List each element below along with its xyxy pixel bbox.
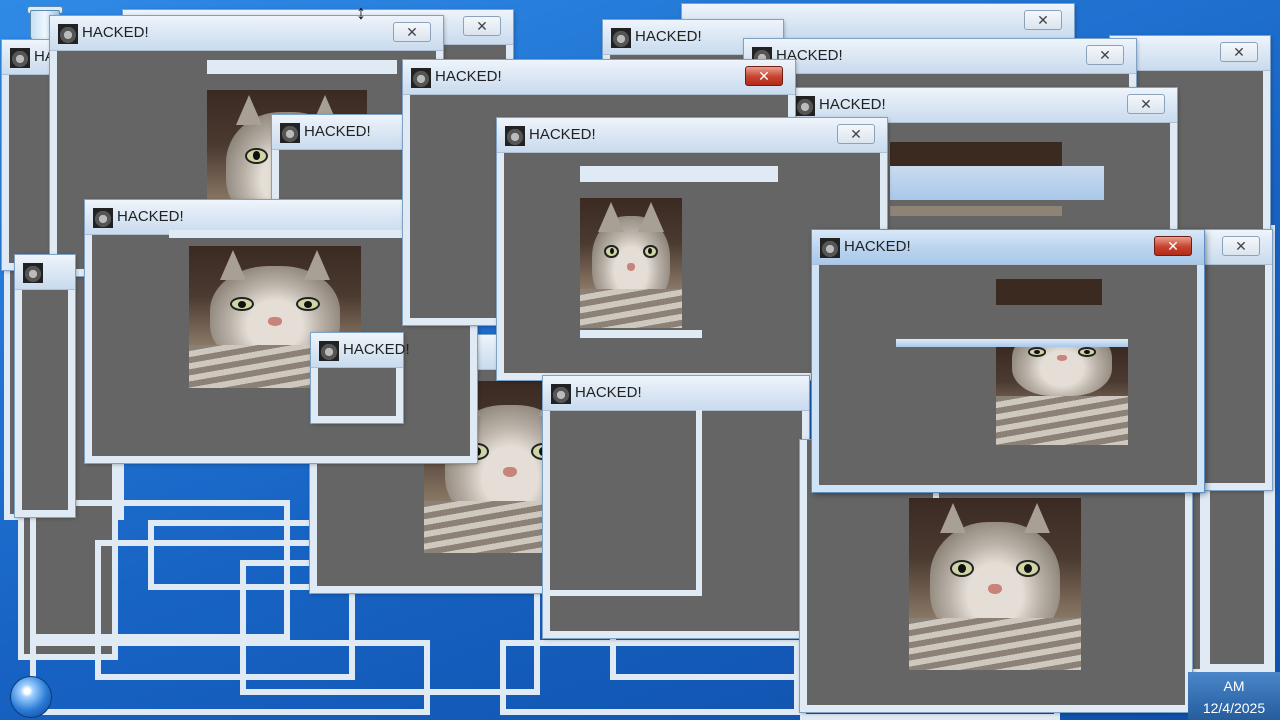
- close-button[interactable]: ✕: [463, 16, 501, 36]
- close-button[interactable]: ✕: [837, 124, 875, 144]
- popup-body: [550, 410, 802, 631]
- cat-photo: [580, 198, 682, 328]
- cat-thumbnail-icon: [93, 208, 113, 228]
- close-button[interactable]: ✕: [1086, 45, 1124, 65]
- window-title: HACKED!: [844, 238, 911, 255]
- frame-fragment: [896, 339, 1128, 347]
- frame-fragment: [696, 410, 702, 590]
- cat-thumbnail-icon: [319, 341, 339, 361]
- frame-fragment: [580, 330, 702, 338]
- cat-photo: [996, 347, 1128, 445]
- frame-fragment: [580, 166, 778, 182]
- close-button[interactable]: ✕: [1024, 10, 1062, 30]
- titlebar-fragment: [890, 166, 1104, 200]
- cat-thumbnail-icon: [10, 48, 30, 68]
- cat-thumbnail-icon: [611, 28, 631, 48]
- ghost-window-frame: [30, 640, 430, 715]
- cat-thumbnail-icon: [23, 263, 43, 283]
- cat-thumbnail-icon: [551, 384, 571, 404]
- taskbar-clock[interactable]: AM 12/4/2025: [1188, 672, 1280, 720]
- popup-body: [819, 264, 1197, 485]
- close-button[interactable]: ✕: [393, 22, 431, 42]
- close-button[interactable]: ✕: [745, 66, 783, 86]
- resize-cursor-icon: ↕: [356, 2, 366, 24]
- popup-titlebar[interactable]: HACKED! ✕: [812, 230, 1204, 265]
- popup-titlebar[interactable]: HACKED!: [543, 376, 809, 411]
- frame-fragment: [169, 230, 419, 238]
- popup-titlebar[interactable]: HACKED! ✕: [403, 60, 795, 95]
- popup-titlebar[interactable]: HACKED! ✕: [744, 39, 1136, 74]
- close-button[interactable]: ✕: [1127, 94, 1165, 114]
- cat-thumbnail-icon: [411, 68, 431, 88]
- close-button[interactable]: ✕: [1154, 236, 1192, 256]
- cat-thumbnail-icon: [280, 123, 300, 143]
- close-button[interactable]: ✕: [1222, 236, 1260, 256]
- cat-thumbnail-icon: [505, 126, 525, 146]
- frame-fragment: [207, 60, 397, 74]
- window-title: HACKED!: [575, 384, 642, 401]
- window-title: HACKED!: [343, 341, 410, 358]
- start-button[interactable]: [10, 676, 52, 718]
- popup-titlebar[interactable]: [15, 255, 75, 290]
- window-title: HACKED!: [82, 24, 149, 41]
- window-title: HACKED!: [304, 123, 371, 140]
- image-fragment: [996, 279, 1102, 305]
- cat-photo: [909, 498, 1081, 670]
- desktop: ✕ ✕ ✕ HACKED! HACKED! ✕ HACKED! ✕ ✕ HACK…: [0, 0, 1280, 720]
- clock-time: AM: [1223, 678, 1245, 694]
- frame-fragment: [550, 590, 702, 596]
- image-fragment: [890, 142, 1062, 166]
- hacked-popup-window[interactable]: HACKED!: [311, 333, 410, 423]
- window-title: HACKED!: [117, 208, 184, 225]
- window-title: HACKED!: [819, 96, 886, 113]
- hacked-popup-window[interactable]: [15, 255, 75, 517]
- window-title: HACKED!: [635, 28, 702, 45]
- cat-thumbnail-icon: [795, 96, 815, 116]
- popup-titlebar[interactable]: HACKED! ✕: [497, 118, 887, 153]
- image-fragment: [890, 206, 1062, 216]
- cat-thumbnail-icon: [820, 238, 840, 258]
- popup-titlebar[interactable]: HACKED!: [272, 115, 412, 150]
- popup-titlebar[interactable]: HACKED! ✕: [50, 16, 443, 51]
- close-button[interactable]: ✕: [1220, 42, 1258, 62]
- clock-date: 12/4/2025: [1202, 700, 1266, 716]
- hacked-popup-window-active[interactable]: HACKED! ✕: [812, 230, 1204, 492]
- popup-titlebar[interactable]: HACKED!: [311, 333, 410, 368]
- cat-thumbnail-icon: [58, 24, 78, 44]
- window-title: HACKED!: [529, 126, 596, 143]
- hacked-popup-window[interactable]: HACKED!: [543, 376, 809, 638]
- window-title: HACKED!: [435, 68, 502, 85]
